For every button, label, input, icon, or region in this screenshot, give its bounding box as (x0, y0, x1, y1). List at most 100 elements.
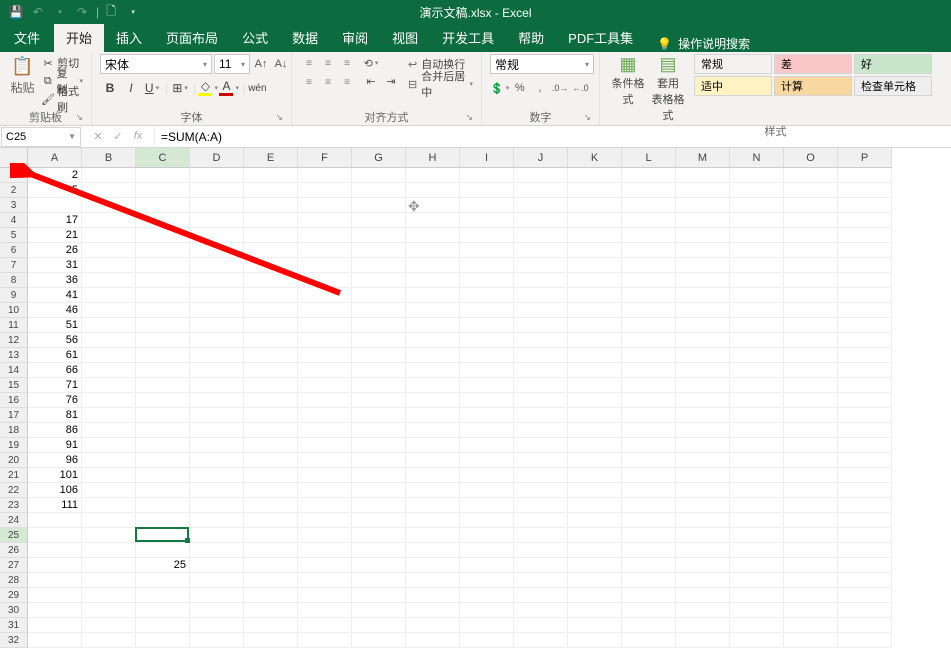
cell-A31[interactable] (28, 618, 82, 633)
cell-H8[interactable] (406, 273, 460, 288)
cell-O31[interactable] (784, 618, 838, 633)
cell-K2[interactable] (568, 183, 622, 198)
cell-G5[interactable] (352, 228, 406, 243)
row-header-22[interactable]: 22 (0, 483, 28, 498)
cell-A9[interactable]: 41 (28, 288, 82, 303)
cell-L29[interactable] (622, 588, 676, 603)
cell-J12[interactable] (514, 333, 568, 348)
cell-N11[interactable] (730, 318, 784, 333)
cell-D7[interactable] (190, 258, 244, 273)
row-header-20[interactable]: 20 (0, 453, 28, 468)
cell-P24[interactable] (838, 513, 892, 528)
cell-D21[interactable] (190, 468, 244, 483)
cell-A30[interactable] (28, 603, 82, 618)
col-header-C[interactable]: C (136, 148, 190, 168)
cell-M11[interactable] (676, 318, 730, 333)
cell-I29[interactable] (460, 588, 514, 603)
cell-L30[interactable] (622, 603, 676, 618)
cell-A4[interactable]: 17 (28, 213, 82, 228)
cell-I9[interactable] (460, 288, 514, 303)
col-header-N[interactable]: N (730, 148, 784, 168)
cell-M9[interactable] (676, 288, 730, 303)
cell-K4[interactable] (568, 213, 622, 228)
format-painter-button[interactable]: 🖌格式刷 (41, 90, 83, 108)
col-header-F[interactable]: F (298, 148, 352, 168)
cell-D14[interactable] (190, 363, 244, 378)
cell-O19[interactable] (784, 438, 838, 453)
cell-K22[interactable] (568, 483, 622, 498)
cell-K11[interactable] (568, 318, 622, 333)
cell-K26[interactable] (568, 543, 622, 558)
cell-D27[interactable] (190, 558, 244, 573)
cell-P15[interactable] (838, 378, 892, 393)
cell-F10[interactable] (298, 303, 352, 318)
row-header-1[interactable]: 1 (0, 168, 28, 183)
cell-F2[interactable] (298, 183, 352, 198)
cell-L8[interactable] (622, 273, 676, 288)
cell-M28[interactable] (676, 573, 730, 588)
cell-G18[interactable] (352, 423, 406, 438)
cell-G1[interactable] (352, 168, 406, 183)
cell-N12[interactable] (730, 333, 784, 348)
cell-I23[interactable] (460, 498, 514, 513)
cell-M31[interactable] (676, 618, 730, 633)
cell-D2[interactable] (190, 183, 244, 198)
cell-E1[interactable] (244, 168, 298, 183)
cell-G20[interactable] (352, 453, 406, 468)
cell-M5[interactable] (676, 228, 730, 243)
cell-G15[interactable] (352, 378, 406, 393)
align-center-button[interactable]: ≡ (319, 73, 337, 91)
cell-K13[interactable] (568, 348, 622, 363)
row-header-15[interactable]: 15 (0, 378, 28, 393)
cell-A16[interactable]: 76 (28, 393, 82, 408)
cell-P26[interactable] (838, 543, 892, 558)
cell-F24[interactable] (298, 513, 352, 528)
cell-E4[interactable] (244, 213, 298, 228)
cell-E32[interactable] (244, 633, 298, 648)
cell-J9[interactable] (514, 288, 568, 303)
cell-O12[interactable] (784, 333, 838, 348)
cell-D31[interactable] (190, 618, 244, 633)
cell-M15[interactable] (676, 378, 730, 393)
cell-G32[interactable] (352, 633, 406, 648)
cell-F8[interactable] (298, 273, 352, 288)
cell-I5[interactable] (460, 228, 514, 243)
row-header-26[interactable]: 26 (0, 543, 28, 558)
cell-I14[interactable] (460, 363, 514, 378)
cell-D30[interactable] (190, 603, 244, 618)
cell-M1[interactable] (676, 168, 730, 183)
col-header-I[interactable]: I (460, 148, 514, 168)
cell-B32[interactable] (82, 633, 136, 648)
cell-E13[interactable] (244, 348, 298, 363)
cell-O10[interactable] (784, 303, 838, 318)
cell-C29[interactable] (136, 588, 190, 603)
cell-C15[interactable] (136, 378, 190, 393)
tab-layout[interactable]: 页面布局 (154, 23, 230, 52)
cell-D15[interactable] (190, 378, 244, 393)
cell-L6[interactable] (622, 243, 676, 258)
cell-N10[interactable] (730, 303, 784, 318)
cell-I12[interactable] (460, 333, 514, 348)
cell-O14[interactable] (784, 363, 838, 378)
cell-I4[interactable] (460, 213, 514, 228)
row-headers[interactable]: 1234567891011121314151617181920212223242… (0, 168, 28, 648)
cell-G17[interactable] (352, 408, 406, 423)
cell-M29[interactable] (676, 588, 730, 603)
cell-M14[interactable] (676, 363, 730, 378)
cell-M12[interactable] (676, 333, 730, 348)
cancel-button[interactable]: ✕ (88, 130, 108, 143)
cell-G26[interactable] (352, 543, 406, 558)
cell-J29[interactable] (514, 588, 568, 603)
cell-N4[interactable] (730, 213, 784, 228)
increase-font-button[interactable]: A↑ (252, 55, 270, 73)
cell-N23[interactable] (730, 498, 784, 513)
outdent-button[interactable]: ⇤ (362, 72, 380, 90)
cell-G28[interactable] (352, 573, 406, 588)
row-header-17[interactable]: 17 (0, 408, 28, 423)
cell-I1[interactable] (460, 168, 514, 183)
cell-E22[interactable] (244, 483, 298, 498)
row-header-19[interactable]: 19 (0, 438, 28, 453)
row-header-24[interactable]: 24 (0, 513, 28, 528)
cell-G6[interactable] (352, 243, 406, 258)
cell-A24[interactable] (28, 513, 82, 528)
